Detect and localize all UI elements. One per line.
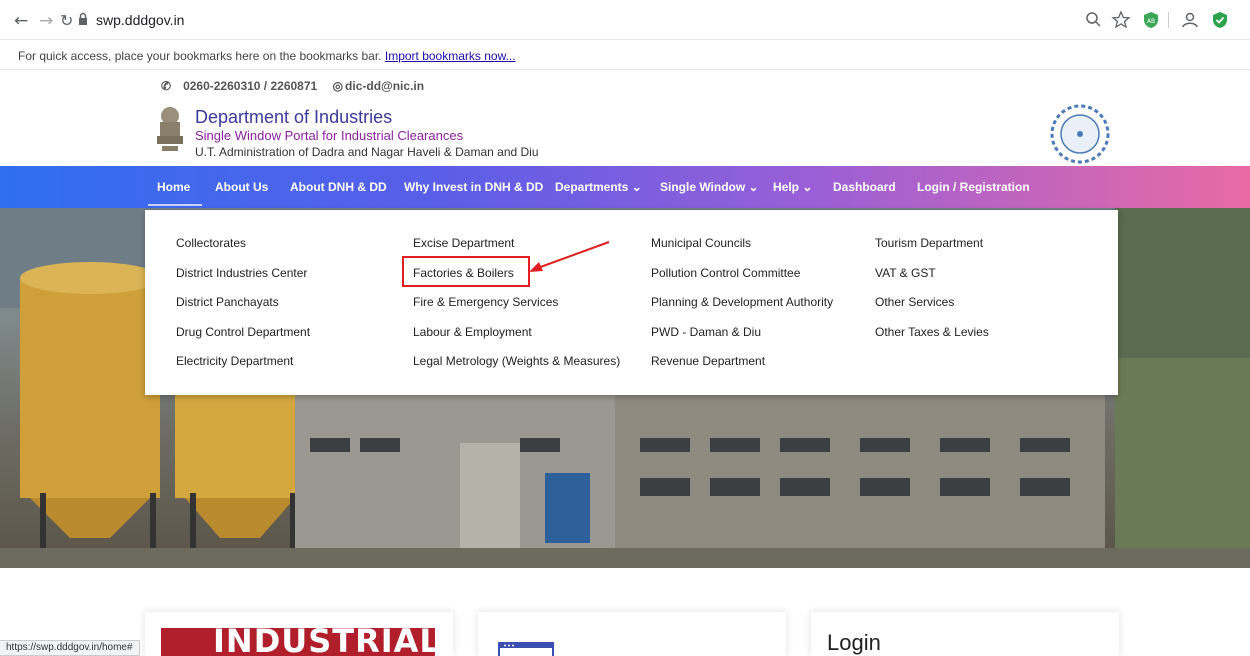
industrial-card: INDUSTRIAL [145, 612, 453, 656]
menu-item-planning-development[interactable]: Planning & Development Authority [651, 295, 833, 325]
nav-about-us[interactable]: About Us [215, 180, 268, 194]
department-subtitle: Single Window Portal for Industrial Clea… [195, 128, 464, 143]
department-subtitle-2: U.T. Administration of Dadra and Nagar H… [195, 145, 539, 159]
menu-item-collectorates[interactable]: Collectorates [176, 236, 310, 266]
login-card-title: Login [827, 630, 881, 655]
menu-item-district-industries-center[interactable]: District Industries Center [176, 266, 310, 296]
dnh-dd-seal-logo [1050, 104, 1110, 164]
national-emblem-icon [157, 107, 183, 151]
dropdown-column-3: Municipal Councils Pollution Control Com… [651, 236, 833, 384]
industrial-banner-image: INDUSTRIAL [161, 628, 435, 656]
menu-item-tourism[interactable]: Tourism Department [875, 236, 989, 266]
nav-about-dnh-dd[interactable]: About DNH & DD [290, 180, 387, 194]
svg-text:AB: AB [1147, 18, 1155, 25]
contact-phone: 0260-2260310 / 2260871 [183, 79, 318, 93]
nav-dashboard[interactable]: Dashboard [833, 180, 896, 194]
departments-dropdown-menu: Collectorates District Industries Center… [145, 210, 1118, 395]
menu-item-drug-control[interactable]: Drug Control Department [176, 325, 310, 355]
menu-item-labour-employment[interactable]: Labour & Employment [413, 325, 620, 355]
reload-icon[interactable]: ↻ [60, 11, 73, 30]
menu-item-other-services[interactable]: Other Services [875, 295, 989, 325]
department-title: Department of Industries [195, 107, 393, 127]
back-icon[interactable]: ← [14, 11, 28, 31]
nav-help[interactable]: Help ⌄ [773, 180, 812, 194]
dropdown-column-1: Collectorates District Industries Center… [176, 236, 310, 384]
nav-home[interactable]: Home [157, 180, 190, 194]
contact-email[interactable]: dic-dd@nic.in [345, 79, 424, 93]
email-icon: ◎ [332, 79, 344, 93]
phone-icon: ✆ [161, 79, 172, 93]
profile-icon[interactable] [1180, 10, 1200, 30]
dropdown-column-4: Tourism Department VAT & GST Other Servi… [875, 236, 989, 354]
nav-login-registration[interactable]: Login / Registration [917, 180, 1030, 194]
menu-item-vat-gst[interactable]: VAT & GST [875, 266, 989, 296]
active-nav-indicator [148, 204, 202, 206]
bookmarks-bar: For quick access, place your bookmarks h… [0, 40, 1250, 70]
contact-bar: ✆ 0260-2260310 / 2260871 ◎ dic-dd@nic.in [161, 79, 436, 93]
bookmark-star-icon[interactable] [1111, 10, 1131, 30]
menu-item-municipal-councils[interactable]: Municipal Councils [651, 236, 833, 266]
menu-item-electricity[interactable]: Electricity Department [176, 354, 310, 384]
lock-icon [79, 12, 87, 25]
bookmarks-hint: For quick access, place your bookmarks h… [18, 49, 382, 63]
menu-item-district-panchayats[interactable]: District Panchayats [176, 295, 310, 325]
adblock-extension-icon[interactable]: AB [1141, 10, 1161, 30]
menu-item-legal-metrology[interactable]: Legal Metrology (Weights & Measures) [413, 354, 620, 384]
shield-extension-icon[interactable] [1210, 10, 1230, 30]
status-bar-url: https://swp.dddgov.in/home# [0, 640, 140, 656]
browser-window-icon [498, 642, 554, 656]
nav-single-window[interactable]: Single Window ⌄ [660, 180, 759, 194]
annotation-highlight-box [402, 256, 530, 287]
import-bookmarks-link[interactable]: Import bookmarks now... [385, 49, 516, 63]
nav-why-invest[interactable]: Why Invest in DNH & DD [404, 180, 543, 194]
forward-icon[interactable]: → [39, 11, 53, 31]
login-card: Login [811, 612, 1119, 656]
menu-item-other-taxes[interactable]: Other Taxes & Levies [875, 325, 989, 355]
menu-item-revenue[interactable]: Revenue Department [651, 354, 833, 384]
browser-address-bar: ← → ↻ swp.dddgov.in AB [0, 0, 1250, 40]
nav-departments[interactable]: Departments ⌄ [555, 180, 642, 194]
menu-item-pwd[interactable]: PWD - Daman & Diu [651, 325, 833, 355]
info-card [478, 612, 786, 656]
industrial-banner-text: INDUSTRIAL [213, 628, 435, 656]
zoom-icon[interactable] [1084, 10, 1104, 30]
menu-item-fire-emergency[interactable]: Fire & Emergency Services [413, 295, 620, 325]
toolbar-divider [1168, 12, 1169, 28]
url-field[interactable]: swp.dddgov.in [96, 12, 184, 28]
annotation-arrow-icon [529, 241, 610, 272]
main-navbar: Home About Us About DNH & DD Why Invest … [0, 166, 1250, 208]
menu-item-pollution-control[interactable]: Pollution Control Committee [651, 266, 833, 296]
